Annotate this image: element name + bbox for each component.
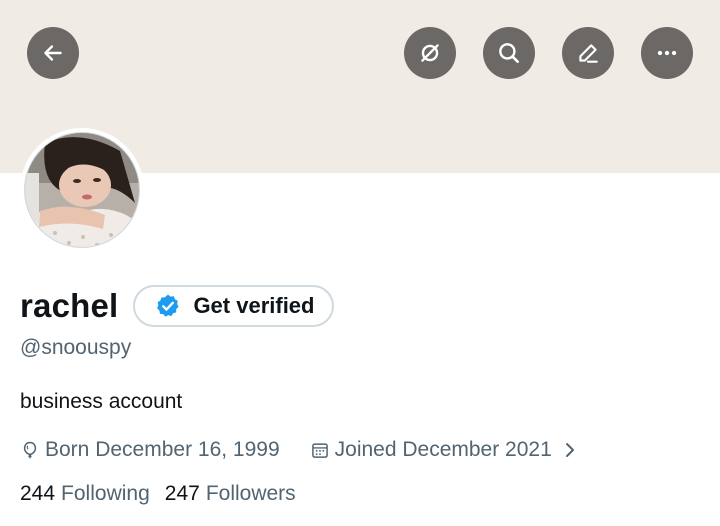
balloon-icon	[23, 441, 37, 459]
user-handle: @snoouspy	[20, 336, 132, 359]
followers-count: 247	[164, 482, 200, 505]
search-button[interactable]	[483, 27, 535, 79]
followers-label: Followers	[205, 482, 296, 505]
birthday-text: Born December 16, 1999	[45, 438, 280, 461]
edit-profile-button[interactable]	[562, 27, 614, 79]
joined-item[interactable]: Joined December 2021	[310, 438, 585, 462]
calendar-icon	[311, 443, 328, 458]
grok-button[interactable]	[404, 27, 456, 79]
following-link[interactable]: 244 Following	[20, 482, 150, 506]
grok-icon	[421, 44, 439, 62]
following-label: Following	[61, 482, 150, 505]
bio-text: business account	[20, 390, 183, 413]
search-icon	[499, 43, 519, 63]
following-count: 244	[20, 482, 56, 505]
birthday-item: Born December 16, 1999	[20, 438, 280, 462]
chevron-right-icon	[565, 443, 574, 457]
followers-link[interactable]: 247 Followers	[165, 482, 296, 506]
edit-icon	[579, 44, 598, 63]
name-row: rachel Get verified	[20, 285, 335, 327]
verified-badge-icon	[157, 294, 179, 317]
follow-stats: 244 Following 247 Followers	[20, 482, 296, 506]
display-name: rachel	[20, 287, 119, 324]
joined-text: Joined December 2021	[334, 438, 552, 461]
back-button[interactable]	[27, 27, 79, 79]
avatar[interactable]	[20, 128, 144, 252]
get-verified-label: Get verified	[193, 293, 315, 318]
get-verified-button[interactable]: Get verified	[133, 285, 335, 327]
profile-meta: Born December 16, 1999 Joined December 2…	[20, 436, 585, 464]
more-icon	[657, 50, 677, 56]
back-arrow-icon	[44, 45, 62, 61]
more-button[interactable]	[641, 27, 693, 79]
avatar-image	[24, 132, 140, 248]
